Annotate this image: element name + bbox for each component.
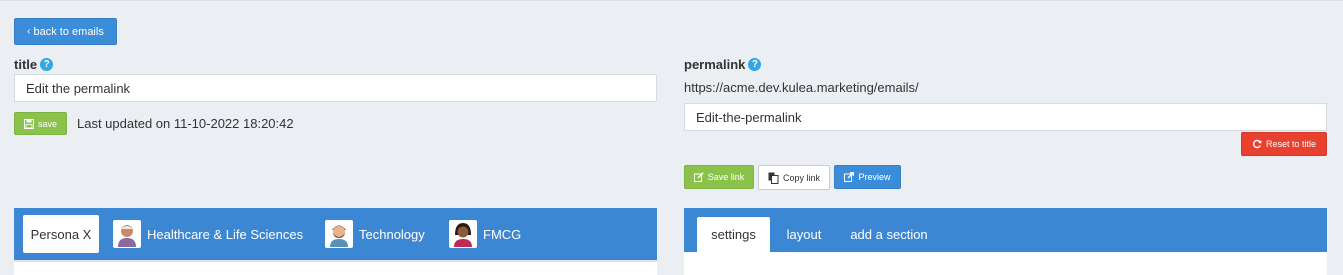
persona-tab-persona-x[interactable]: Persona X (23, 215, 99, 253)
permalink-label: permalink (684, 56, 746, 72)
last-updated-text: Last updated on 11-10-2022 18:20:42 (77, 116, 294, 131)
edit-icon (693, 172, 704, 182)
persona-tab-label: Healthcare & Life Sciences (147, 226, 304, 242)
permalink-label-row: permalink ? (684, 56, 762, 72)
tab-settings-label: settings (711, 227, 756, 242)
reset-to-title-button[interactable]: Reset to title (1241, 132, 1327, 156)
title-label-row: title ? (14, 56, 54, 72)
avatar-bearded-man-icon (325, 220, 353, 248)
save-link-label: Save link (707, 172, 745, 182)
permalink-base-url: https://acme.dev.kulea.marketing/emails/ (684, 80, 919, 95)
chevron-left-icon: ‹ (27, 26, 31, 37)
tab-layout-label: layout (786, 227, 822, 242)
persona-tab-label: Technology (359, 226, 425, 242)
back-to-emails-button[interactable]: ‹ back to emails (14, 18, 117, 45)
tab-add-a-section-label: add a section (850, 227, 928, 242)
preview-label: Preview (858, 172, 891, 182)
copy-icon (768, 172, 779, 184)
help-icon[interactable]: ? (40, 57, 54, 71)
reset-to-title-label: Reset to title (1265, 139, 1317, 149)
refresh-icon (1252, 139, 1262, 149)
copy-link-label: Copy link (782, 172, 820, 183)
title-label: title (14, 56, 38, 72)
avatar-older-man-icon (113, 220, 141, 248)
persona-panel (14, 260, 657, 275)
title-input[interactable]: Edit the permalink (14, 74, 657, 102)
save-label: save (37, 118, 57, 129)
save-link-button[interactable]: Save link (684, 165, 754, 189)
persona-tab-fmcg[interactable]: FMCG (449, 220, 521, 248)
save-button[interactable]: save (14, 112, 67, 135)
editor-panel (684, 252, 1327, 275)
external-link-icon (844, 172, 855, 182)
avatar-woman-icon (449, 220, 477, 248)
floppy-disk-icon (23, 118, 34, 129)
permalink-input[interactable]: Edit-the-permalink (684, 103, 1327, 131)
copy-link-button[interactable]: Copy link (758, 165, 830, 190)
persona-tab-healthcare[interactable]: Healthcare & Life Sciences (113, 220, 303, 248)
tab-layout[interactable]: layout (778, 217, 830, 252)
back-to-emails-label: back to emails (33, 25, 104, 38)
persona-tab-label: Persona X (30, 226, 92, 242)
preview-button[interactable]: Preview (834, 165, 901, 189)
persona-tab-technology[interactable]: Technology (325, 220, 425, 248)
tab-settings[interactable]: settings (697, 217, 770, 252)
tab-add-a-section[interactable]: add a section (840, 217, 938, 252)
persona-tab-label: FMCG (483, 226, 522, 242)
help-icon[interactable]: ? (748, 57, 762, 71)
